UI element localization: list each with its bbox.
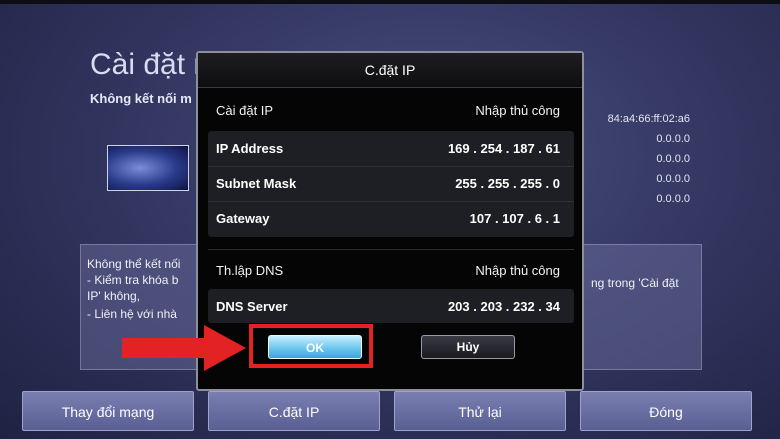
- gateway-field[interactable]: 107 . 107 . 6 . 1: [470, 211, 560, 226]
- subnet-value: 0.0.0.0: [656, 153, 690, 165]
- dialog-divider: [208, 249, 574, 250]
- ip-fields-panel: IP Address 169 . 254 . 187 . 61 Subnet M…: [208, 131, 574, 237]
- ip-setting-mode-select[interactable]: Nhập thủ công: [475, 103, 560, 118]
- dialog-title: C.đặt IP: [198, 53, 582, 88]
- ip-address-field[interactable]: 169 . 254 . 187 . 61: [448, 141, 560, 156]
- error-line: Không thể kết nối: [87, 257, 181, 271]
- connection-status-text: Không kết nối m: [90, 91, 192, 106]
- error-line: - Kiểm tra khóa b: [87, 273, 179, 287]
- pointer-arrow-icon: [122, 325, 246, 371]
- change-network-button[interactable]: Thay đổi mạng: [22, 391, 194, 431]
- ip-value: 0.0.0.0: [656, 133, 690, 145]
- dns-setting-label: Th.lập DNS: [216, 263, 284, 278]
- network-thumbnail: [107, 145, 189, 191]
- ip-setting-label: Cài đặt IP: [216, 103, 274, 118]
- close-button[interactable]: Đóng: [580, 391, 752, 431]
- retry-button[interactable]: Thử lại: [394, 391, 566, 431]
- dns-value: 0.0.0.0: [656, 193, 690, 205]
- gateway-value: 0.0.0.0: [656, 173, 690, 185]
- dns-setting-mode-select[interactable]: Nhập thủ công: [475, 263, 560, 278]
- error-line: IP' không,: [87, 289, 140, 303]
- dns-server-field[interactable]: 203 . 203 . 232 . 34: [448, 299, 560, 314]
- dns-field-panel: DNS Server 203 . 203 . 232 . 34: [208, 289, 574, 323]
- error-line: ng trong 'Cài đặt: [591, 276, 679, 290]
- tv-screen: Cài đặt m Không kết nối m 84:a4:66:ff:02…: [0, 0, 780, 439]
- ip-settings-button[interactable]: C.đặt IP: [208, 391, 380, 431]
- subnet-mask-label: Subnet Mask: [216, 176, 297, 191]
- network-info-values: 84:a4:66:ff:02:a6 0.0.0.0 0.0.0.0 0.0.0.…: [600, 109, 690, 209]
- gateway-label: Gateway: [216, 211, 270, 226]
- ip-address-label: IP Address: [216, 141, 284, 156]
- cancel-button[interactable]: Hủy: [421, 335, 515, 359]
- highlight-box: [249, 324, 373, 368]
- subnet-mask-field[interactable]: 255 . 255 . 255 . 0: [455, 176, 560, 191]
- dns-server-label: DNS Server: [216, 299, 288, 314]
- mac-address-value: 84:a4:66:ff:02:a6: [607, 113, 690, 125]
- error-line: - Liên hệ với nhà: [87, 307, 177, 321]
